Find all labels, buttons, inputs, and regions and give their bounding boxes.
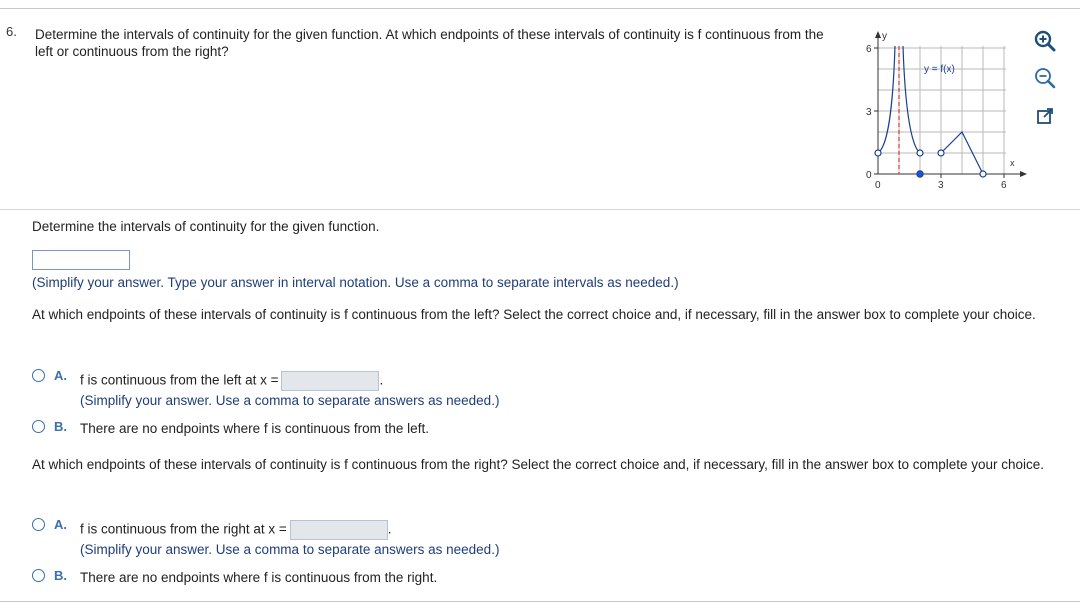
intervals-answer-input[interactable] bbox=[32, 250, 130, 270]
y-tick-3: 3 bbox=[866, 107, 872, 118]
right-choice-b-radio[interactable] bbox=[32, 569, 45, 582]
question-prompt: Determine the intervals of continuity fo… bbox=[35, 27, 824, 59]
open-point bbox=[979, 170, 987, 178]
right-choice-a-radio[interactable] bbox=[32, 518, 45, 531]
left-choice-a-radio[interactable] bbox=[32, 369, 45, 382]
x-axis-label: x bbox=[1010, 158, 1015, 168]
y-tick-6: 6 bbox=[866, 44, 872, 55]
left-choice-a-hint: (Simplify your answer. Use a comma to se… bbox=[80, 393, 500, 408]
right-continuity-prompt: At which endpoints of these intervals of… bbox=[32, 457, 1045, 472]
right-choice-a-letter: A. bbox=[54, 517, 67, 532]
y-tick-0: 0 bbox=[866, 170, 872, 181]
left-choice-b-text: There are no endpoints where f is contin… bbox=[80, 421, 429, 436]
function-label: y = f(x) bbox=[924, 64, 955, 75]
closed-point bbox=[916, 170, 924, 178]
curve-right-branch bbox=[902, 45, 921, 154]
zoom-out-icon[interactable] bbox=[1032, 65, 1058, 91]
x-tick-0: 0 bbox=[875, 180, 881, 191]
right-endpoints-input[interactable] bbox=[289, 520, 388, 540]
question-number: 6. bbox=[6, 24, 17, 39]
top-divider bbox=[0, 8, 1080, 9]
right-choice-a-hint: (Simplify your answer. Use a comma to se… bbox=[80, 542, 500, 557]
external-link-icon[interactable] bbox=[1032, 103, 1058, 129]
intervals-hint: (Simplify your answer. Type your answer … bbox=[32, 275, 679, 290]
open-point bbox=[874, 149, 882, 157]
open-point bbox=[937, 149, 945, 157]
intervals-prompt: Determine the intervals of continuity fo… bbox=[32, 219, 380, 234]
left-continuity-prompt: At which endpoints of these intervals of… bbox=[32, 307, 1036, 322]
x-tick-3: 3 bbox=[938, 180, 944, 191]
curve-left-branch bbox=[877, 45, 896, 154]
open-point bbox=[916, 149, 924, 157]
left-endpoints-input[interactable] bbox=[281, 371, 380, 391]
left-choice-b-letter: B. bbox=[54, 419, 67, 434]
y-axis-label: y bbox=[882, 31, 887, 42]
x-tick-6: 6 bbox=[1001, 180, 1007, 191]
bottom-divider bbox=[0, 601, 1080, 602]
left-choice-b-radio[interactable] bbox=[32, 420, 45, 433]
zoom-in-icon[interactable] bbox=[1032, 28, 1058, 54]
left-choice-a-letter: A. bbox=[54, 368, 67, 383]
right-choice-b-text: There are no endpoints where f is contin… bbox=[80, 570, 438, 585]
graph-svg: 6 3 0 0 3 6 y x y = f(x) bbox=[866, 31, 1027, 191]
right-choice-b-letter: B. bbox=[54, 568, 67, 583]
left-choice-a-text: f is continuous from the left at x = bbox=[80, 372, 279, 388]
section-divider bbox=[0, 209, 1080, 210]
function-graph: 6 3 0 0 3 6 y x y = f(x) bbox=[860, 28, 1030, 198]
right-choice-a-text: f is continuous from the right at x = bbox=[80, 521, 287, 537]
